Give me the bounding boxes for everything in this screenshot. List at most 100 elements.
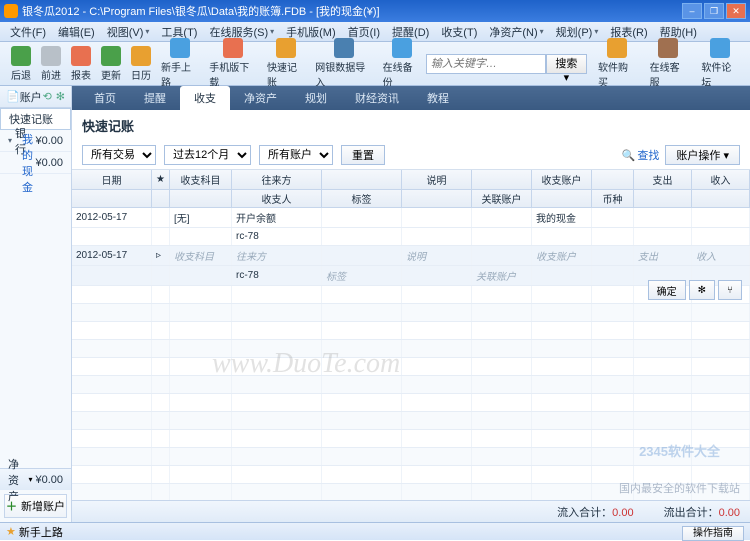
column-header bbox=[634, 190, 692, 207]
toolbar-button[interactable]: 快速记账 bbox=[262, 36, 310, 91]
column-header[interactable] bbox=[472, 170, 532, 189]
cell[interactable]: 关联账户 bbox=[472, 266, 532, 285]
toolbar-button[interactable]: 在线备份 bbox=[378, 36, 426, 91]
nav-tab[interactable]: 规划 bbox=[291, 86, 341, 110]
toolbar-button[interactable]: 网银数据导入 bbox=[310, 36, 377, 91]
filter-period[interactable]: 过去12个月 bbox=[164, 145, 251, 165]
reset-button[interactable]: 重置 bbox=[341, 145, 385, 165]
cell bbox=[692, 394, 750, 411]
toolbar-button[interactable]: 报表 bbox=[66, 44, 96, 84]
cell[interactable]: 说明 bbox=[402, 246, 472, 265]
nav-tab[interactable]: 教程 bbox=[413, 86, 463, 110]
filter-account[interactable]: 所有账户 bbox=[259, 145, 333, 165]
cell bbox=[532, 286, 592, 303]
column-header[interactable]: 支出 bbox=[634, 170, 692, 189]
sync-icon[interactable]: ⟲ bbox=[43, 90, 52, 103]
cell bbox=[170, 394, 232, 411]
toolbar-button[interactable]: 手机版下载 bbox=[204, 36, 262, 91]
table-row-empty bbox=[72, 358, 750, 376]
cell bbox=[232, 394, 322, 411]
filter-transaction-type[interactable]: 所有交易 bbox=[82, 145, 156, 165]
table-row[interactable]: rc-78 bbox=[72, 228, 750, 246]
nav-tab[interactable]: 收支 bbox=[180, 86, 230, 110]
cell[interactable]: 标签 bbox=[322, 266, 402, 285]
maximize-button[interactable]: ❐ bbox=[704, 3, 724, 19]
cell bbox=[402, 340, 472, 357]
account-ops-button[interactable]: 账户操作 ▾ bbox=[665, 145, 740, 165]
row-gear-button[interactable]: ✻ bbox=[689, 280, 715, 300]
table-row[interactable]: 2012-05-17▹收支科目往来方说明收支账户支出收入 bbox=[72, 246, 750, 266]
cell bbox=[692, 376, 750, 393]
confirm-button[interactable]: 确定 bbox=[648, 280, 686, 300]
status-text[interactable]: 新手上路 bbox=[19, 524, 63, 540]
close-button[interactable]: ✕ bbox=[726, 3, 746, 19]
table-body: 确定 ✻ ⑂ www.DuoTe.com 2345软件大全 国内最安全的软件下载… bbox=[72, 208, 750, 500]
menu-item[interactable]: 视图(V)▾ bbox=[101, 22, 156, 42]
net-assets-row[interactable]: 净资产 ▾ ¥0.00 bbox=[0, 468, 71, 490]
minimize-button[interactable]: – bbox=[682, 3, 702, 19]
cell bbox=[170, 376, 232, 393]
cell[interactable]: 收支账户 bbox=[532, 246, 592, 265]
cell bbox=[592, 228, 634, 245]
right-toolbar-button[interactable]: 软件购买 bbox=[593, 36, 641, 91]
column-header[interactable]: 说明 bbox=[402, 170, 472, 189]
cell bbox=[152, 322, 170, 339]
cell: 我的现金 bbox=[532, 208, 592, 227]
add-account-button[interactable]: ＋ 新增账户 bbox=[4, 494, 67, 518]
right-toolbar-button[interactable]: 在线客服 bbox=[645, 36, 693, 91]
column-header[interactable]: 日期 bbox=[72, 170, 152, 189]
find-link[interactable]: 🔍 查找 bbox=[622, 147, 660, 163]
menu-item[interactable]: 编辑(E) bbox=[52, 22, 101, 42]
menu-item[interactable]: 文件(F) bbox=[4, 22, 52, 42]
guide-button[interactable]: 操作指南 bbox=[682, 526, 744, 541]
column-header[interactable]: ★ bbox=[152, 170, 170, 189]
cell bbox=[472, 394, 532, 411]
table-row[interactable]: 2012-05-17[无]开户余额我的现金 bbox=[72, 208, 750, 228]
sidebar-quick-entry[interactable]: 快速记账 bbox=[0, 108, 71, 130]
column-header[interactable]: 收支科目 bbox=[170, 170, 232, 189]
net-amount: ¥0.00 bbox=[35, 474, 63, 486]
table-row-empty bbox=[72, 304, 750, 322]
toolbar-icon bbox=[276, 38, 296, 58]
table-header-2: 收支人标签关联账户币种 bbox=[72, 190, 750, 208]
cell[interactable]: 往来方 bbox=[232, 246, 322, 265]
column-header[interactable]: 收支账户 bbox=[532, 170, 592, 189]
sidebar-row-cash[interactable]: 我的现金 ¥0.00 bbox=[0, 152, 71, 174]
toolbar-button[interactable]: 新手上路 bbox=[156, 36, 204, 91]
toolbar-button[interactable]: 更新 bbox=[96, 44, 126, 84]
column-header[interactable] bbox=[322, 170, 402, 189]
toolbar-icon bbox=[223, 38, 243, 58]
cell bbox=[634, 412, 692, 429]
row-actions: 确定 ✻ ⑂ bbox=[648, 280, 742, 300]
cell bbox=[322, 412, 402, 429]
menu-item[interactable]: 净资产(N)▾ bbox=[483, 22, 549, 42]
nav-tab[interactable]: 财经资讯 bbox=[341, 86, 413, 110]
toolbar-button[interactable]: 前进 bbox=[36, 44, 66, 84]
column-header[interactable]: 往来方 bbox=[232, 170, 322, 189]
nav-tab[interactable]: 首页 bbox=[80, 86, 130, 110]
cell[interactable]: 收入 bbox=[692, 246, 750, 265]
row-filter-button[interactable]: ⑂ bbox=[718, 280, 742, 300]
cell bbox=[232, 304, 322, 321]
nav-tab[interactable]: 提醒 bbox=[130, 86, 180, 110]
menu-item[interactable]: 收支(T) bbox=[435, 22, 483, 42]
cell bbox=[402, 228, 472, 245]
cell bbox=[152, 228, 170, 245]
cell[interactable]: 支出 bbox=[634, 246, 692, 265]
toolbar-button[interactable]: 后退 bbox=[6, 44, 36, 84]
column-header bbox=[692, 190, 750, 207]
search-button[interactable]: 搜索 ▾ bbox=[546, 54, 587, 74]
cell bbox=[402, 394, 472, 411]
right-toolbar-icon bbox=[658, 38, 678, 58]
cell[interactable]: 收支科目 bbox=[170, 246, 232, 265]
column-header[interactable]: 收入 bbox=[692, 170, 750, 189]
search-input[interactable] bbox=[426, 54, 546, 74]
cell bbox=[232, 322, 322, 339]
gear-icon[interactable]: ✻ bbox=[56, 90, 65, 103]
nav-tab[interactable]: 净资产 bbox=[230, 86, 291, 110]
right-toolbar-button[interactable]: 软件论坛 bbox=[696, 36, 744, 91]
cell bbox=[532, 466, 592, 483]
toolbar-button[interactable]: 日历 bbox=[126, 44, 156, 84]
column-header[interactable] bbox=[592, 170, 634, 189]
cell: 2012-05-17 bbox=[72, 208, 152, 227]
